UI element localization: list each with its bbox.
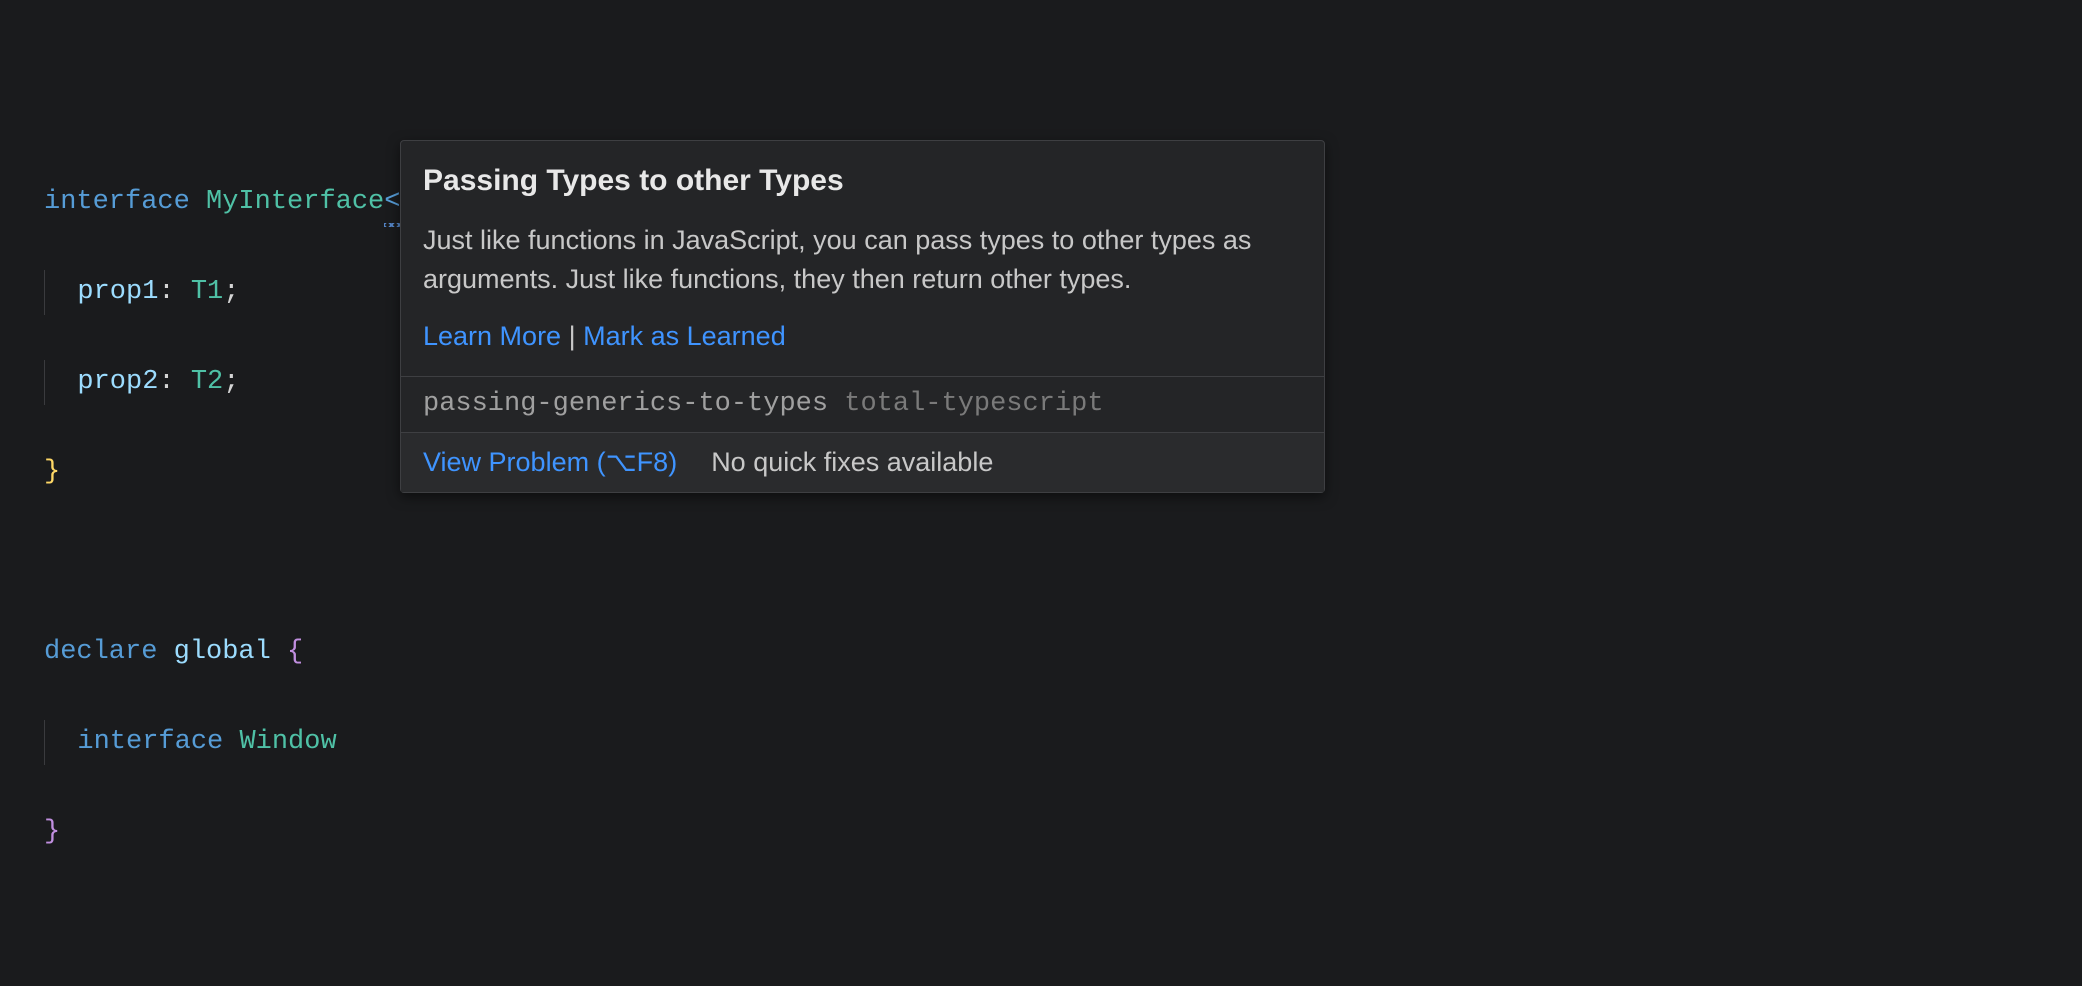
mark-learned-link[interactable]: Mark as Learned (583, 321, 786, 351)
property-name: prop2 (77, 367, 158, 397)
tooltip-description: Just like functions in JavaScript, you c… (423, 221, 1302, 299)
code-editor[interactable]: interface MyInterface<T1, T2> { prop1: T… (0, 0, 2082, 986)
code-line[interactable]: declare global { (44, 630, 2038, 675)
tooltip-footer: View Problem (⌥F8) No quick fixes availa… (401, 432, 1324, 492)
keyword-interface: interface (77, 727, 223, 757)
property-name: prop1 (77, 277, 158, 307)
tooltip-title: Passing Types to other Types (423, 159, 1302, 203)
code-line[interactable]: } (44, 810, 2038, 855)
type-name: MyInterface (206, 187, 384, 217)
tooltip-body: Passing Types to other Types Just like f… (401, 141, 1324, 376)
tooltip-ext: total-typescript (844, 389, 1103, 419)
tooltip-links: Learn More | Mark as Learned (423, 317, 1302, 356)
tooltip-slug: passing-generics-to-types (423, 389, 828, 419)
type-ref: T1 (191, 277, 223, 307)
type-name: Window (239, 727, 336, 757)
code-line[interactable]: interface Window (44, 720, 2038, 765)
keyword-interface: interface (44, 187, 190, 217)
code-line (44, 540, 2038, 585)
hover-tooltip: Passing Types to other Types Just like f… (400, 140, 1325, 493)
link-separator: | (561, 321, 583, 351)
type-ref: T2 (191, 367, 223, 397)
view-problem-link[interactable]: View Problem (⌥F8) (423, 443, 677, 482)
keyword-declare: declare (44, 637, 157, 667)
tooltip-source: passing-generics-to-types total-typescri… (401, 376, 1324, 432)
learn-more-link[interactable]: Learn More (423, 321, 561, 351)
no-fixes-label: No quick fixes available (711, 443, 993, 482)
keyword-global: global (174, 637, 271, 667)
code-line (44, 900, 2038, 945)
